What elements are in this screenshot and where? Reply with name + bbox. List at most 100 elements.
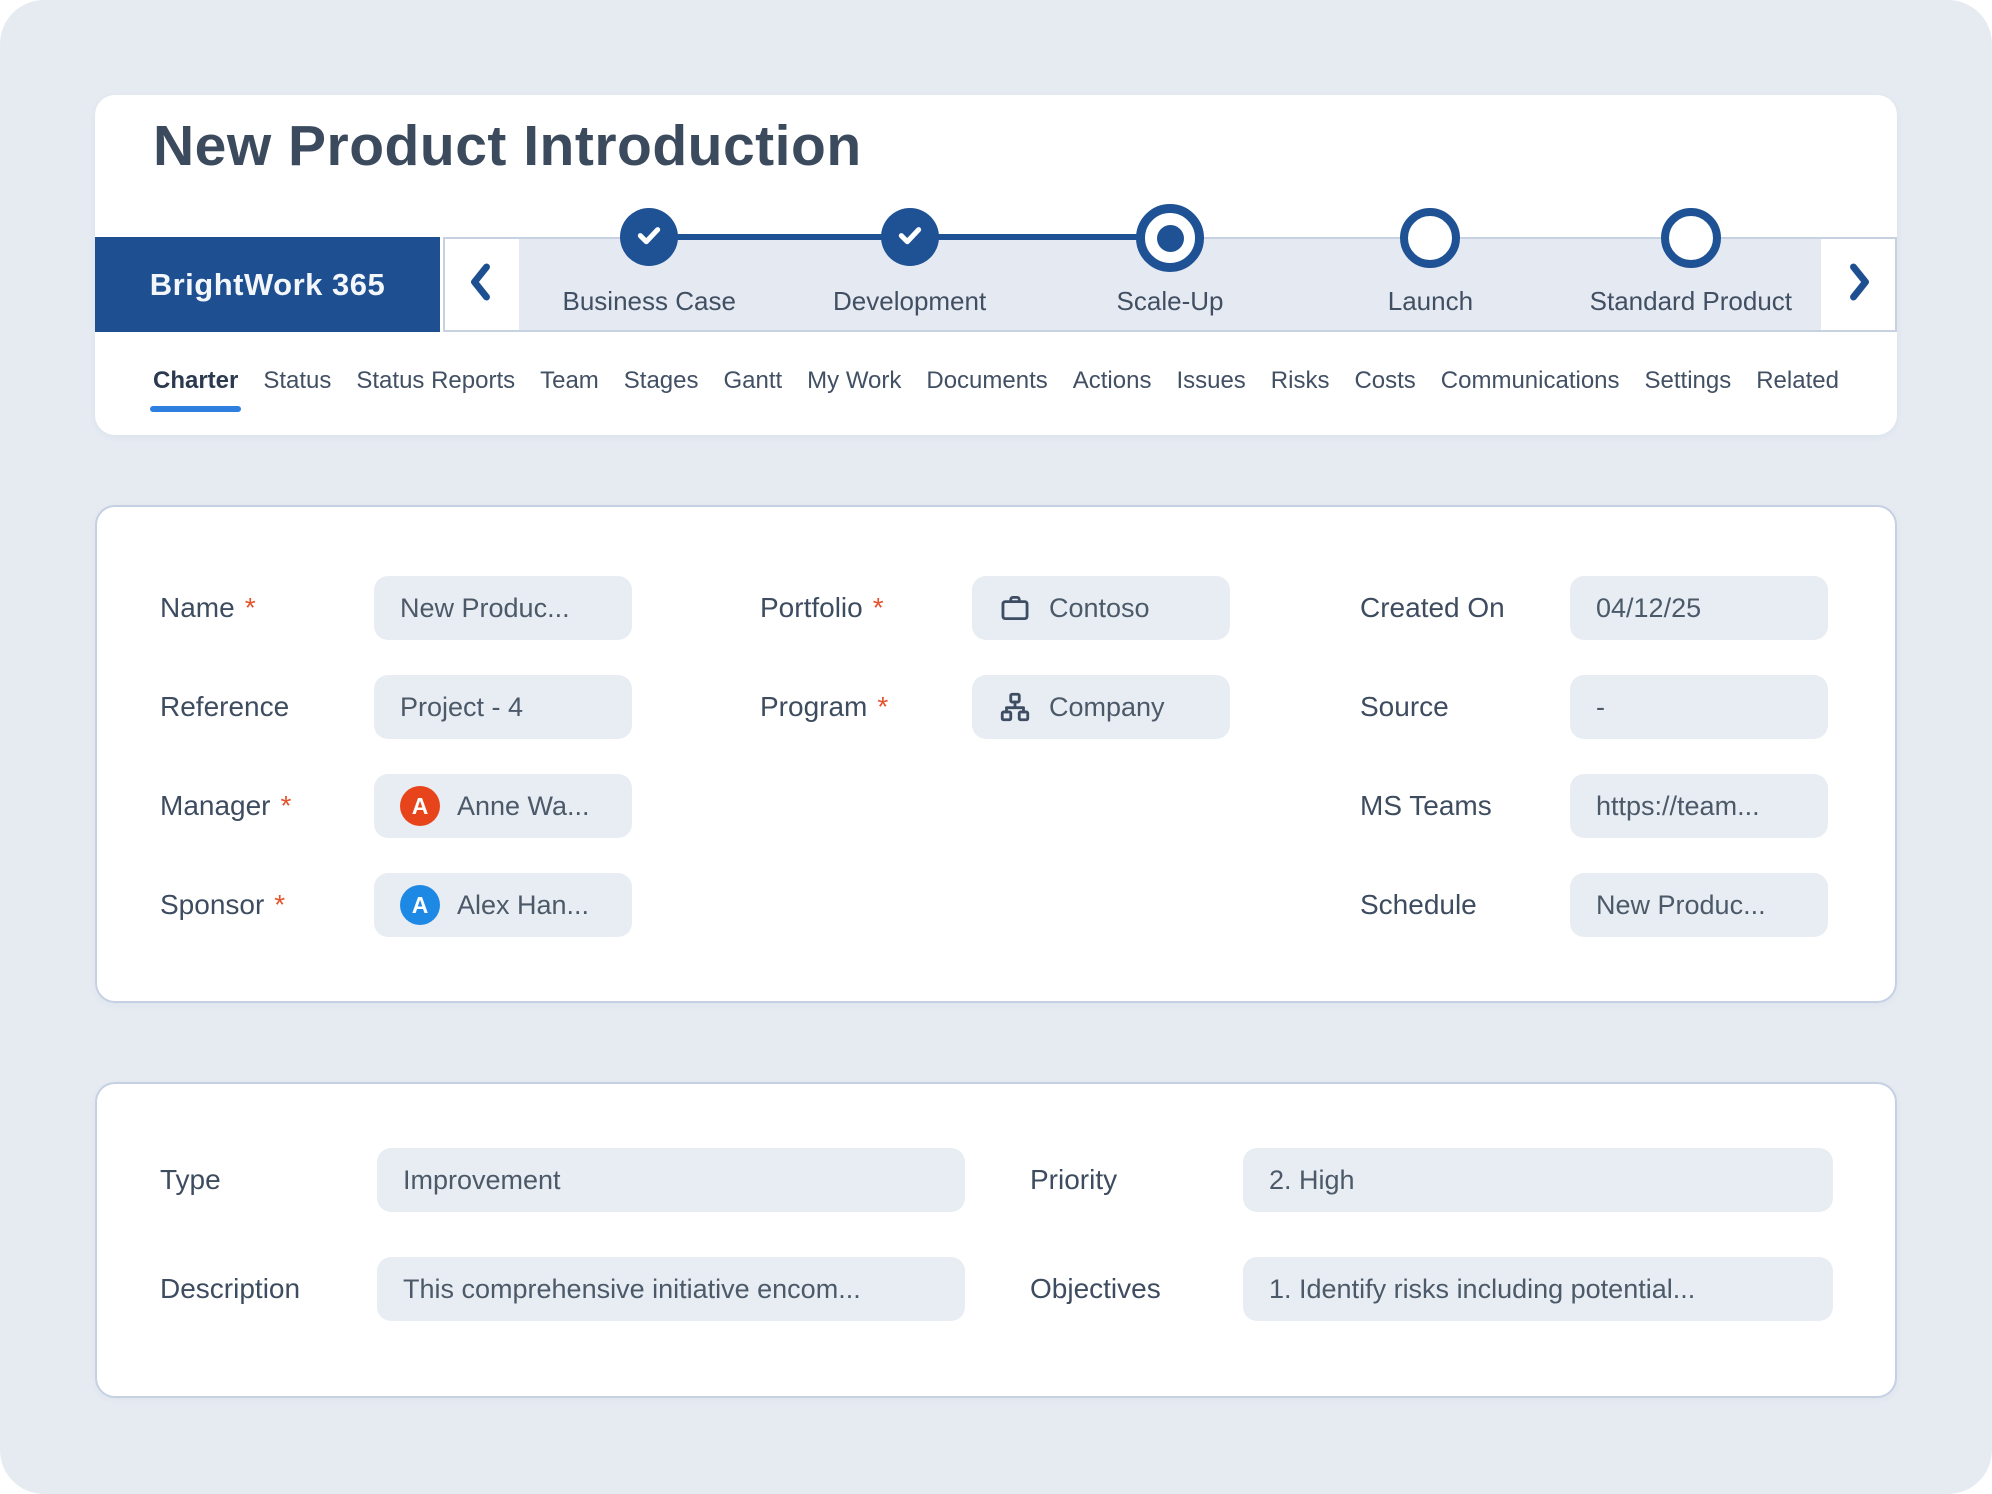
name-value: New Produc... xyxy=(400,592,570,623)
stage-label: Launch xyxy=(1387,286,1474,316)
type-label: Type xyxy=(160,1164,221,1195)
stage-development[interactable]: Development xyxy=(779,208,1039,330)
charter-details-card: Name * New Produc... Reference Project - … xyxy=(95,505,1897,1003)
stage-label: Business Case xyxy=(562,286,736,316)
manager-label: Manager * xyxy=(160,790,292,821)
stage-business-case[interactable]: Business Case xyxy=(519,208,779,330)
description-value: This comprehensive initiative encom... xyxy=(403,1273,861,1304)
tab-costs[interactable]: Costs xyxy=(1354,367,1415,412)
manager-value: Anne Wa... xyxy=(457,790,590,821)
tab-status[interactable]: Status xyxy=(263,367,331,412)
app-canvas: New Product Introduction BrightWork 365 xyxy=(0,0,1992,1494)
tab-charter[interactable]: Charter xyxy=(149,367,242,412)
objectives-field[interactable]: 1. Identify risks including potential... xyxy=(1243,1257,1833,1321)
stage-launch[interactable]: Launch xyxy=(1300,208,1560,330)
objectives-label: Objectives xyxy=(1030,1273,1161,1304)
tab-actions[interactable]: Actions xyxy=(1073,367,1152,412)
sponsor-value: Alex Han... xyxy=(457,889,590,920)
tab-my-work[interactable]: My Work xyxy=(807,367,901,412)
priority-field[interactable]: 2. High xyxy=(1243,1148,1833,1212)
tab-status-reports[interactable]: Status Reports xyxy=(356,367,515,412)
ms-teams-field[interactable]: https://team... xyxy=(1570,774,1828,838)
stage-list: Business Case Development Scale-Up Launc… xyxy=(519,204,1821,330)
description-field[interactable]: This comprehensive initiative encom... xyxy=(377,1257,965,1321)
tab-stages[interactable]: Stages xyxy=(624,367,699,412)
stage-progress-bar: BrightWork 365 Business Case Development… xyxy=(95,204,1897,332)
tab-communications[interactable]: Communications xyxy=(1441,367,1620,412)
type-value: Improvement xyxy=(403,1164,561,1195)
program-value: Company xyxy=(1049,691,1165,722)
tab-related[interactable]: Related xyxy=(1756,367,1839,412)
ms-teams-value: https://team... xyxy=(1596,790,1760,821)
reference-label: Reference xyxy=(160,691,290,722)
stage-circle-completed xyxy=(620,208,679,266)
tab-team[interactable]: Team xyxy=(540,367,599,412)
briefcase-icon xyxy=(998,591,1032,625)
created-on-value: 04/12/25 xyxy=(1596,592,1702,623)
stage-standard-product[interactable]: Standard Product xyxy=(1561,208,1821,330)
type-field[interactable]: Improvement xyxy=(377,1148,965,1212)
source-label: Source xyxy=(1360,691,1449,722)
stage-circle-upcoming xyxy=(1660,208,1721,268)
active-dot-icon xyxy=(1156,224,1184,252)
tab-issues[interactable]: Issues xyxy=(1176,367,1245,412)
stage-back-button[interactable] xyxy=(445,239,519,330)
tab-risks[interactable]: Risks xyxy=(1271,367,1330,412)
objectives-value: 1. Identify risks including potential... xyxy=(1269,1273,1696,1304)
manager-avatar: A xyxy=(400,786,440,826)
created-on-label: Created On xyxy=(1360,592,1505,623)
schedule-field[interactable]: New Produc... xyxy=(1570,873,1828,937)
schedule-label: Schedule xyxy=(1360,889,1477,920)
stage-forward-button[interactable] xyxy=(1821,239,1895,330)
portfolio-field[interactable]: Contoso xyxy=(972,576,1230,640)
required-marker: * xyxy=(872,592,884,623)
stage-circle-active xyxy=(1136,204,1205,272)
name-label: Name * xyxy=(160,592,256,623)
created-on-field[interactable]: 04/12/25 xyxy=(1570,576,1828,640)
name-field[interactable]: New Produc... xyxy=(374,576,632,640)
sponsor-avatar: A xyxy=(400,885,440,925)
chevron-right-icon xyxy=(1840,258,1876,311)
required-marker: * xyxy=(280,790,292,821)
priority-label: Priority xyxy=(1030,1164,1118,1195)
priority-value: 2. High xyxy=(1269,1164,1355,1195)
portfolio-value: Contoso xyxy=(1049,592,1150,623)
portfolio-label: Portfolio * xyxy=(760,592,884,623)
sponsor-label: Sponsor * xyxy=(160,889,286,920)
check-icon xyxy=(894,219,926,256)
stage-scale-up[interactable]: Scale-Up xyxy=(1040,204,1300,330)
stage-label: Development xyxy=(833,286,987,316)
stage-circle-completed xyxy=(880,208,939,266)
required-marker: * xyxy=(877,691,889,722)
reference-field[interactable]: Project - 4 xyxy=(374,675,632,739)
description-label: Description xyxy=(160,1273,301,1304)
stage-track: Business Case Development Scale-Up Launc… xyxy=(443,204,1897,332)
required-marker: * xyxy=(244,592,256,623)
sponsor-field[interactable]: A Alex Han... xyxy=(374,873,632,937)
project-attributes-card: Type Improvement Priority 2. High Descri… xyxy=(95,1082,1897,1398)
stage-connector-completed xyxy=(649,234,910,240)
tab-documents[interactable]: Documents xyxy=(926,367,1047,412)
stage-circle-upcoming xyxy=(1400,208,1461,268)
schedule-value: New Produc... xyxy=(1596,889,1766,920)
source-field[interactable]: - xyxy=(1570,675,1828,739)
program-field[interactable]: Company xyxy=(972,675,1230,739)
ms-teams-label: MS Teams xyxy=(1360,790,1492,821)
org-chart-icon xyxy=(998,690,1032,724)
stage-connector-completed xyxy=(909,234,1170,240)
project-header-card: New Product Introduction BrightWork 365 xyxy=(95,95,1897,435)
brand-badge: BrightWork 365 xyxy=(95,237,440,332)
stage-label: Standard Product xyxy=(1589,286,1793,316)
chevron-left-icon xyxy=(464,258,500,311)
tab-settings[interactable]: Settings xyxy=(1645,367,1732,412)
tab-gantt[interactable]: Gantt xyxy=(723,367,782,412)
manager-field[interactable]: A Anne Wa... xyxy=(374,774,632,838)
project-tab-bar: Charter Status Status Reports Team Stage… xyxy=(149,367,1839,412)
reference-value: Project - 4 xyxy=(400,691,524,722)
source-value: - xyxy=(1596,691,1605,722)
check-icon xyxy=(633,219,665,256)
program-label: Program * xyxy=(760,691,889,722)
stage-label: Scale-Up xyxy=(1116,286,1224,316)
page-title: New Product Introduction xyxy=(153,114,862,178)
required-marker: * xyxy=(274,889,286,920)
